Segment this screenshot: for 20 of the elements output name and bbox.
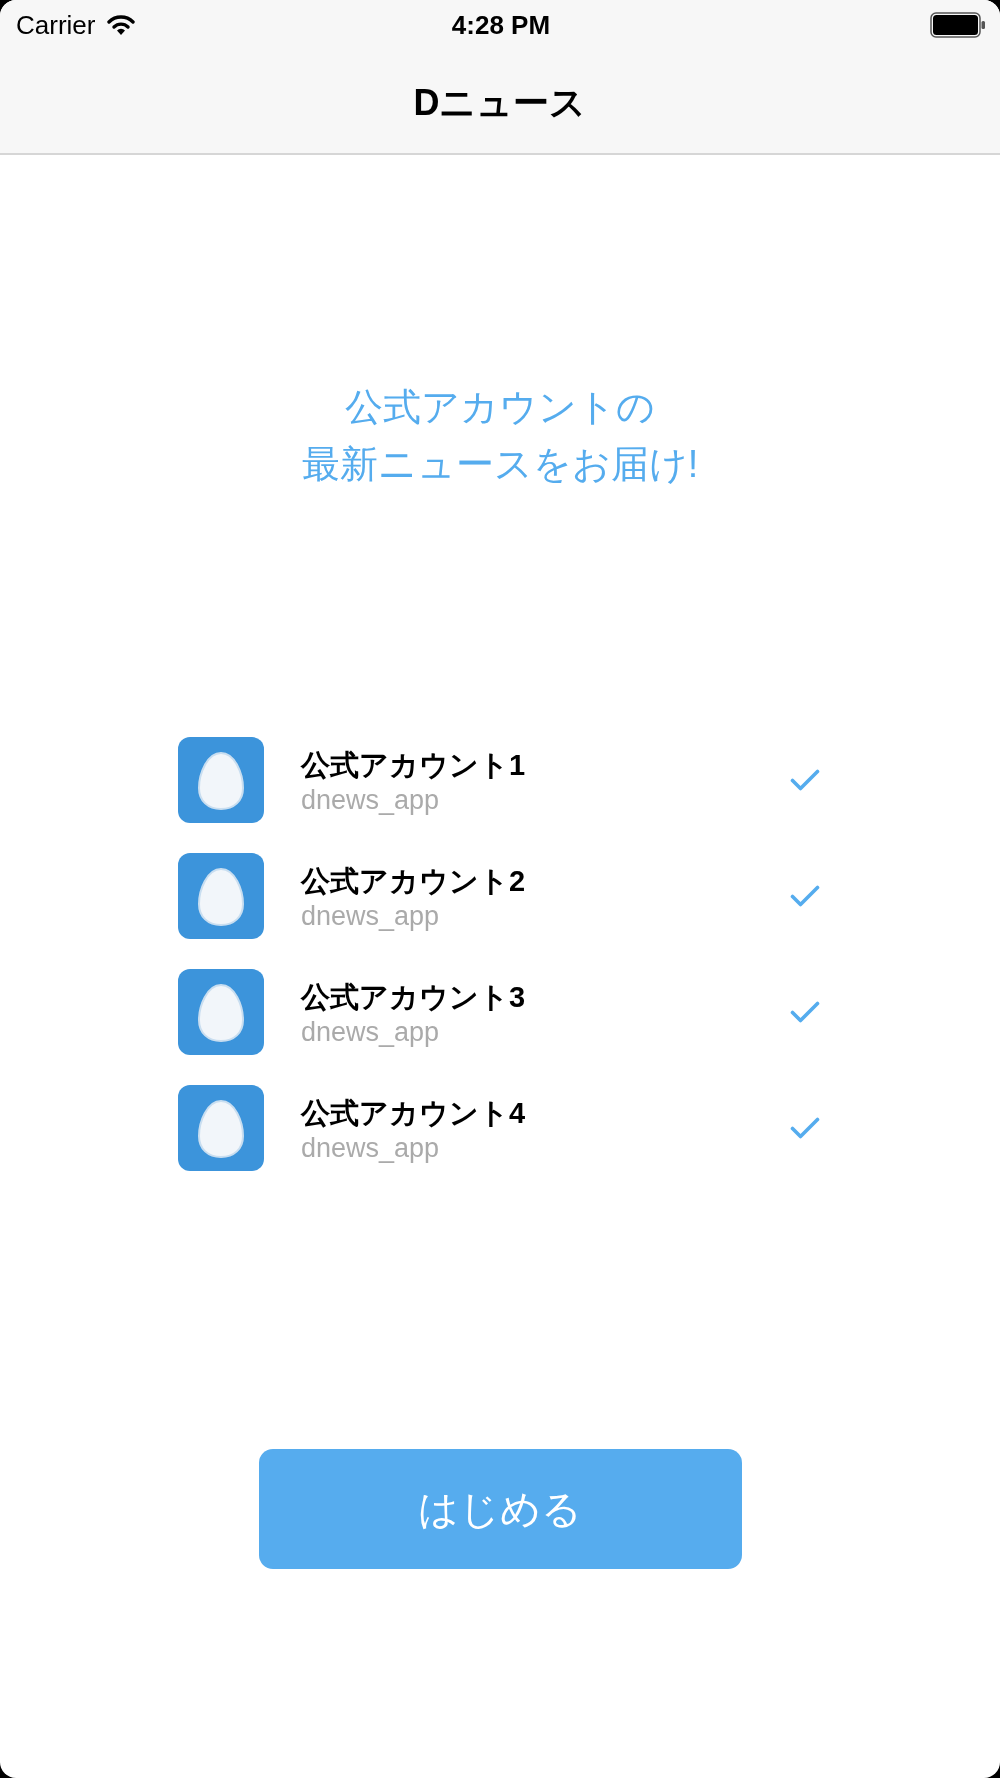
headline-line: 公式アカウントの — [345, 385, 655, 430]
wifi-icon — [107, 14, 136, 36]
account-handle: dnews_app — [301, 900, 440, 933]
account-name: 公式アカウント2 — [301, 864, 526, 899]
start-button[interactable]: はじめる — [258, 1449, 742, 1569]
account-name: 公式アカウント1 — [301, 748, 526, 783]
account-handle: dnews_app — [301, 1132, 440, 1165]
carrier-label: Carrier — [16, 9, 96, 41]
egg-avatar-icon — [178, 1085, 264, 1171]
status-time: 4:28 PM — [451, 9, 551, 41]
account-handle: dnews_app — [301, 1016, 440, 1049]
account-handle: dnews_app — [301, 784, 440, 817]
account-name: 公式アカウント4 — [301, 1096, 526, 1131]
egg-avatar-icon — [178, 737, 264, 823]
nav-title: Dニュース — [413, 81, 587, 125]
egg-avatar-icon — [178, 969, 264, 1055]
battery-icon — [930, 12, 986, 38]
egg-avatar-icon — [178, 853, 264, 939]
headline-line: 最新ニュースをお届け! — [301, 442, 699, 487]
account-name: 公式アカウント3 — [301, 980, 526, 1015]
